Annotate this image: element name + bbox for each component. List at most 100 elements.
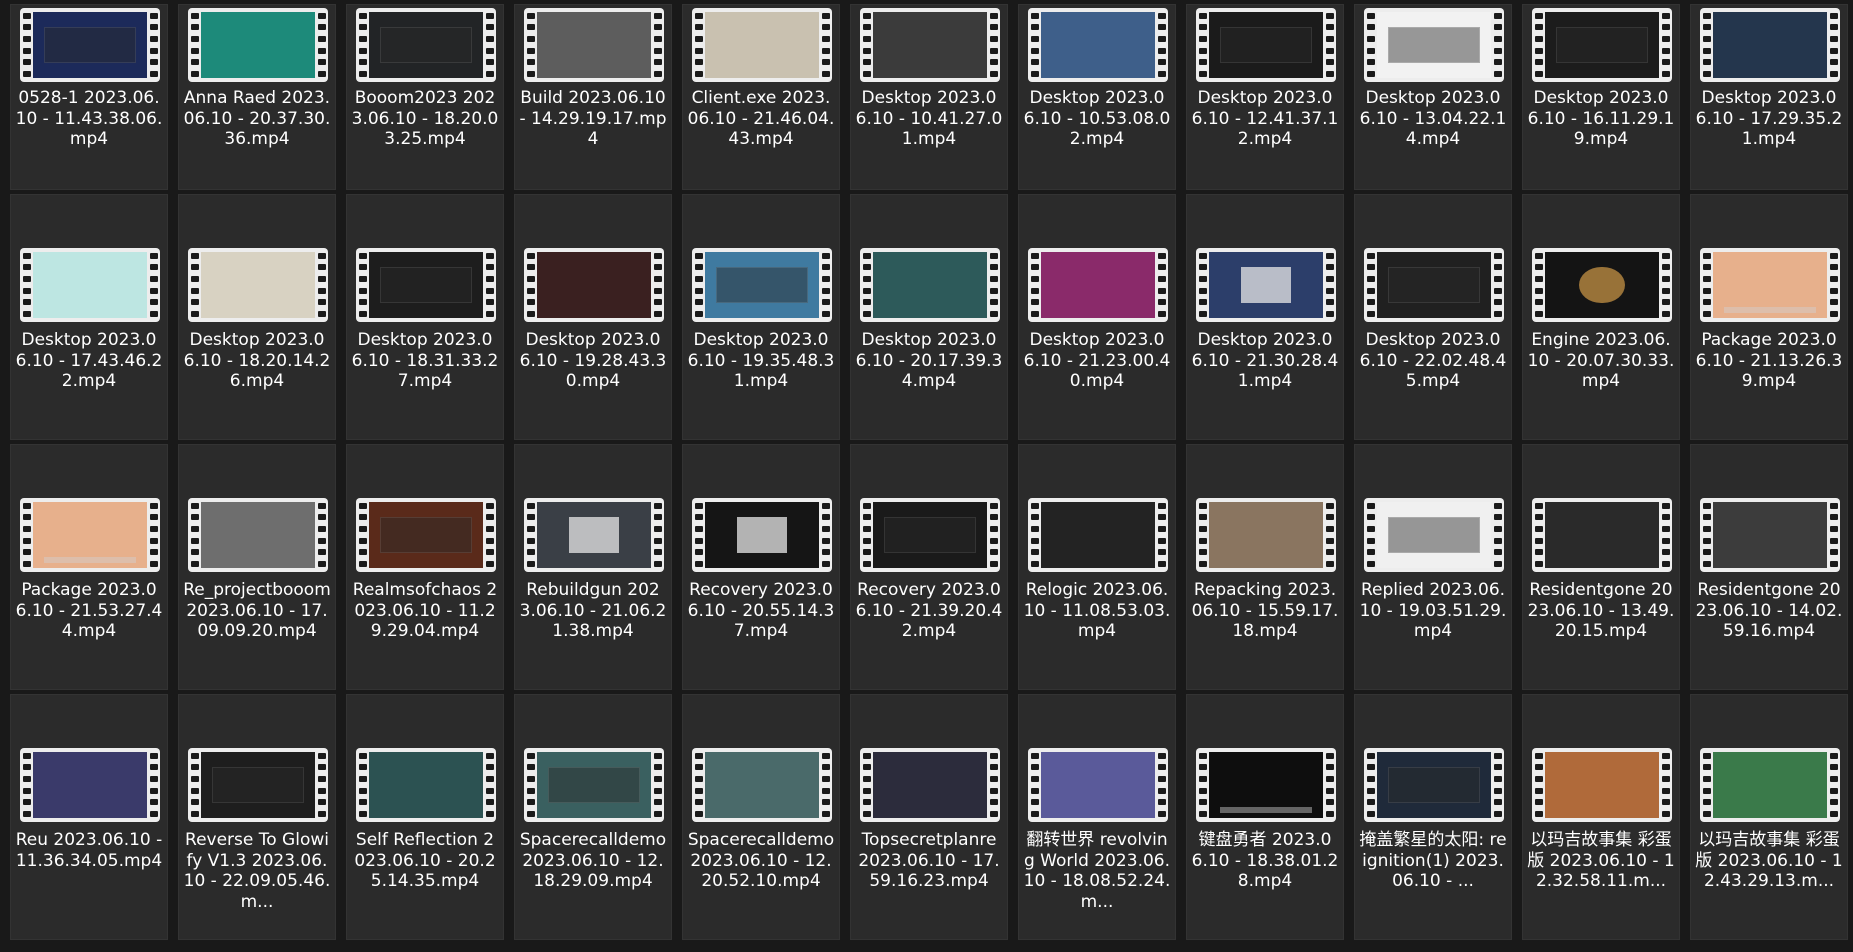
video-thumbnail	[683, 245, 841, 322]
file-item[interactable]: Package 2023.06.10 - 21.13.26.39.mp4	[1690, 194, 1848, 440]
file-name-label: Desktop 2023.06.10 - 17.43.46.22.mp4	[15, 330, 163, 391]
video-thumbnail	[1691, 495, 1849, 572]
file-item[interactable]: 键盘勇者 2023.06.10 - 18.38.01.28.mp4	[1186, 694, 1344, 940]
file-item[interactable]: Residentgone 2023.06.10 - 13.49.20.15.mp…	[1522, 444, 1680, 690]
file-item[interactable]: Re_projectbooom 2023.06.10 - 17.09.09.20…	[178, 444, 336, 690]
video-thumbnail	[851, 245, 1009, 322]
file-name-label: 0528-1 2023.06.10 - 11.43.38.06.mp4	[15, 88, 163, 149]
file-item[interactable]: Desktop 2023.06.10 - 17.43.46.22.mp4	[10, 194, 168, 440]
file-item[interactable]: Desktop 2023.06.10 - 16.11.29.19.mp4	[1522, 4, 1680, 190]
video-thumbnail	[1691, 5, 1849, 82]
video-thumbnail	[1523, 495, 1681, 572]
film-strip-icon	[692, 248, 832, 322]
file-item[interactable]: Repacking 2023.06.10 - 15.59.17.18.mp4	[1186, 444, 1344, 690]
file-item[interactable]: Desktop 2023.06.10 - 22.02.48.45.mp4	[1354, 194, 1512, 440]
file-item[interactable]: Recovery 2023.06.10 - 20.55.14.37.mp4	[682, 444, 840, 690]
file-item[interactable]: Engine 2023.06.10 - 20.07.30.33.mp4	[1522, 194, 1680, 440]
file-name-label: Package 2023.06.10 - 21.53.27.44.mp4	[15, 580, 163, 641]
file-item[interactable]: Package 2023.06.10 - 21.53.27.44.mp4	[10, 444, 168, 690]
file-item[interactable]: Realmsofchaos 2023.06.10 - 11.29.29.04.m…	[346, 444, 504, 690]
file-item[interactable]: Desktop 2023.06.10 - 19.28.43.30.mp4	[514, 194, 672, 440]
film-strip-icon	[356, 498, 496, 572]
file-item[interactable]: Topsecretplanre 2023.06.10 - 17.59.16.23…	[850, 694, 1008, 940]
file-name-label: Desktop 2023.06.10 - 22.02.48.45.mp4	[1359, 330, 1507, 391]
file-item[interactable]: 以玛吉故事集 彩蛋版 2023.06.10 - 12.32.58.11.m...	[1522, 694, 1680, 940]
video-frame-preview	[1209, 12, 1323, 78]
video-frame-preview	[1713, 502, 1827, 568]
file-item[interactable]: Desktop 2023.06.10 - 18.20.14.26.mp4	[178, 194, 336, 440]
file-item[interactable]: Anna Raed 2023.06.10 - 20.37.30.36.mp4	[178, 4, 336, 190]
file-name-label: Rebuildgun 2023.06.10 - 21.06.21.38.mp4	[519, 580, 667, 641]
file-item[interactable]: Reverse To Glowify V1.3 2023.06.10 - 22.…	[178, 694, 336, 940]
file-item[interactable]: Desktop 2023.06.10 - 20.17.39.34.mp4	[850, 194, 1008, 440]
film-strip-icon	[1028, 748, 1168, 822]
file-item[interactable]: Residentgone 2023.06.10 - 14.02.59.16.mp…	[1690, 444, 1848, 690]
video-frame-preview	[873, 252, 987, 318]
file-item[interactable]: Desktop 2023.06.10 - 21.30.28.41.mp4	[1186, 194, 1344, 440]
file-item[interactable]: Desktop 2023.06.10 - 21.23.00.40.mp4	[1018, 194, 1176, 440]
video-thumbnail	[851, 745, 1009, 822]
video-frame-preview	[705, 502, 819, 568]
file-item[interactable]: Client.exe 2023.06.10 - 21.46.04.43.mp4	[682, 4, 840, 190]
file-item[interactable]: Desktop 2023.06.10 - 19.35.48.31.mp4	[682, 194, 840, 440]
video-frame-preview	[369, 752, 483, 818]
film-strip-icon	[1028, 248, 1168, 322]
film-strip-icon	[860, 248, 1000, 322]
file-name-label: 以玛吉故事集 彩蛋版 2023.06.10 - 12.43.29.13.m...	[1695, 830, 1843, 891]
film-strip-icon	[860, 748, 1000, 822]
video-frame-preview	[1545, 12, 1659, 78]
file-item[interactable]: Desktop 2023.06.10 - 18.31.33.27.mp4	[346, 194, 504, 440]
video-frame-preview	[1713, 252, 1827, 318]
video-thumbnail	[347, 5, 505, 82]
file-item[interactable]: Replied 2023.06.10 - 19.03.51.29.mp4	[1354, 444, 1512, 690]
file-item[interactable]: Desktop 2023.06.10 - 10.53.08.02.mp4	[1018, 4, 1176, 190]
video-thumbnail	[179, 5, 337, 82]
file-item[interactable]: 翻转世界 revolving World 2023.06.10 - 18.08.…	[1018, 694, 1176, 940]
file-item[interactable]: Desktop 2023.06.10 - 10.41.27.01.mp4	[850, 4, 1008, 190]
film-strip-icon	[1364, 248, 1504, 322]
video-frame-preview	[201, 252, 315, 318]
file-item[interactable]: Recovery 2023.06.10 - 21.39.20.42.mp4	[850, 444, 1008, 690]
file-item[interactable]: 0528-1 2023.06.10 - 11.43.38.06.mp4	[10, 4, 168, 190]
file-item[interactable]: Build 2023.06.10 - 14.29.19.17.mp4	[514, 4, 672, 190]
film-strip-icon	[1028, 8, 1168, 82]
file-name-label: Spacerecalldemo 2023.06.10 - 12.18.29.09…	[519, 830, 667, 891]
video-thumbnail	[11, 495, 169, 572]
film-strip-icon	[188, 248, 328, 322]
file-name-label: Reverse To Glowify V1.3 2023.06.10 - 22.…	[183, 830, 331, 912]
video-thumbnail	[683, 495, 841, 572]
video-thumbnail	[1187, 245, 1345, 322]
video-thumbnail	[1355, 5, 1513, 82]
film-strip-icon	[524, 498, 664, 572]
file-item[interactable]: Self Reflection 2023.06.10 - 20.25.14.35…	[346, 694, 504, 940]
film-strip-icon	[356, 248, 496, 322]
video-frame-preview	[1713, 12, 1827, 78]
file-item[interactable]: 以玛吉故事集 彩蛋版 2023.06.10 - 12.43.29.13.m...	[1690, 694, 1848, 940]
video-thumbnail	[515, 245, 673, 322]
video-frame-preview	[369, 502, 483, 568]
file-item[interactable]: Rebuildgun 2023.06.10 - 21.06.21.38.mp4	[514, 444, 672, 690]
film-strip-icon	[1700, 248, 1840, 322]
film-strip-icon	[20, 748, 160, 822]
video-frame-preview	[1209, 252, 1323, 318]
file-item[interactable]: Relogic 2023.06.10 - 11.08.53.03.mp4	[1018, 444, 1176, 690]
film-strip-icon	[692, 748, 832, 822]
video-frame-preview	[33, 12, 147, 78]
video-thumbnail	[1187, 5, 1345, 82]
film-strip-icon	[692, 8, 832, 82]
video-frame-preview	[1041, 252, 1155, 318]
file-name-label: Recovery 2023.06.10 - 20.55.14.37.mp4	[687, 580, 835, 641]
file-item[interactable]: Desktop 2023.06.10 - 17.29.35.21.mp4	[1690, 4, 1848, 190]
file-item[interactable]: Desktop 2023.06.10 - 13.04.22.14.mp4	[1354, 4, 1512, 190]
film-strip-icon	[1700, 8, 1840, 82]
file-item[interactable]: Booom2023 2023.06.10 - 18.20.03.25.mp4	[346, 4, 504, 190]
file-item[interactable]: Spacerecalldemo 2023.06.10 - 12.20.52.10…	[682, 694, 840, 940]
file-name-label: Replied 2023.06.10 - 19.03.51.29.mp4	[1359, 580, 1507, 641]
film-strip-icon	[1196, 748, 1336, 822]
video-frame-preview	[1545, 752, 1659, 818]
file-item[interactable]: 掩盖繁星的太阳: reignition(1) 2023.06.10 - ...	[1354, 694, 1512, 940]
file-name-label: Build 2023.06.10 - 14.29.19.17.mp4	[519, 88, 667, 149]
file-item[interactable]: Spacerecalldemo 2023.06.10 - 12.18.29.09…	[514, 694, 672, 940]
file-item[interactable]: Reu 2023.06.10 - 11.36.34.05.mp4	[10, 694, 168, 940]
file-item[interactable]: Desktop 2023.06.10 - 12.41.37.12.mp4	[1186, 4, 1344, 190]
